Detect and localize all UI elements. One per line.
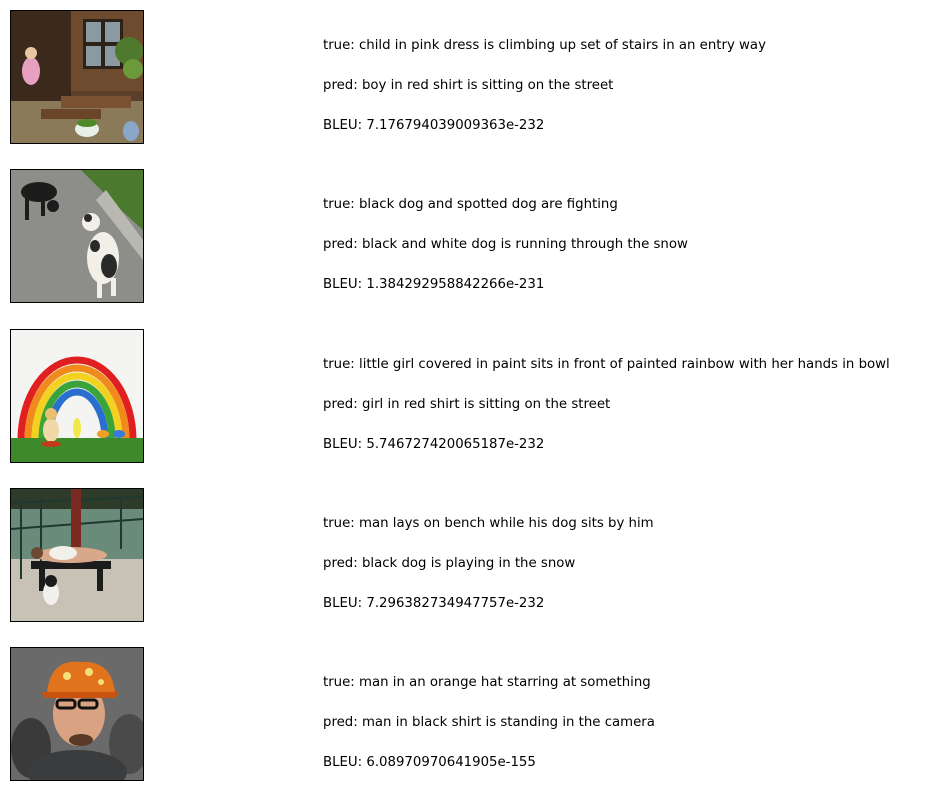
rainbow-painting-photo	[10, 329, 144, 463]
bleu-score: BLEU: 5.746727420065187e-232	[323, 437, 545, 452]
man-orange-hat-photo	[10, 647, 144, 781]
sample-row: true: man lays on bench while his dog si…	[0, 488, 925, 622]
sample-row: true: black dog and spotted dog are figh…	[0, 169, 925, 303]
caption-block: true: little girl covered in paint sits …	[323, 357, 890, 453]
pred-caption: pred: black and white dog is running thr…	[323, 237, 688, 252]
caption-block: true: black dog and spotted dog are figh…	[323, 197, 688, 293]
man-on-bench-photo	[10, 488, 144, 622]
sample-row: true: child in pink dress is climbing up…	[0, 10, 925, 144]
bleu-score: BLEU: 7.296382734947757e-232	[323, 596, 545, 611]
bleu-score: BLEU: 1.384292958842266e-231	[323, 277, 545, 292]
sample-row: true: man in an orange hat starring at s…	[0, 647, 925, 781]
pred-caption: pred: man in black shirt is standing in …	[323, 715, 655, 730]
pred-caption: pred: boy in red shirt is sitting on the…	[323, 78, 614, 93]
sample-row: true: little girl covered in paint sits …	[0, 329, 925, 463]
caption-block: true: child in pink dress is climbing up…	[323, 38, 766, 134]
true-caption: true: man lays on bench while his dog si…	[323, 516, 654, 531]
two-dogs-photo	[10, 169, 144, 303]
true-caption: true: black dog and spotted dog are figh…	[323, 197, 618, 212]
child-on-stairs-photo	[10, 10, 144, 144]
pred-caption: pred: black dog is playing in the snow	[323, 556, 576, 571]
caption-block: true: man lays on bench while his dog si…	[323, 516, 654, 612]
true-caption: true: little girl covered in paint sits …	[323, 357, 890, 372]
pred-caption: pred: girl in red shirt is sitting on th…	[323, 397, 611, 412]
true-caption: true: child in pink dress is climbing up…	[323, 38, 766, 53]
true-caption: true: man in an orange hat starring at s…	[323, 675, 651, 690]
bleu-score: BLEU: 6.08970970641905e-155	[323, 755, 536, 770]
caption-block: true: man in an orange hat starring at s…	[323, 675, 655, 771]
bleu-score: BLEU: 7.176794039009363e-232	[323, 118, 545, 133]
